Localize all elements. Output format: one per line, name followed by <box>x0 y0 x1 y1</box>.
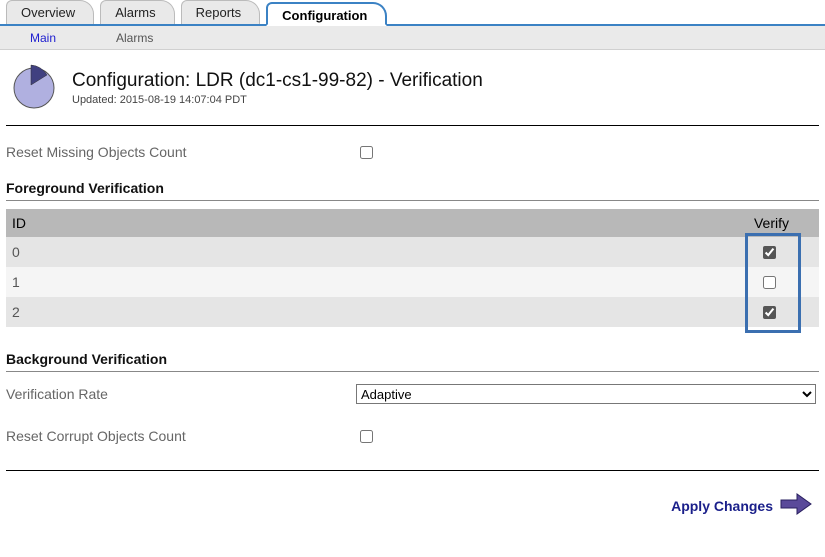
fg-row-verify-checkbox[interactable] <box>763 306 776 319</box>
verification-rate-label: Verification Rate <box>6 386 356 402</box>
fg-row-id: 1 <box>6 267 699 297</box>
reset-corrupt-label: Reset Corrupt Objects Count <box>6 428 356 444</box>
foreground-table-wrap: ID Verify 0 1 2 <box>6 209 819 327</box>
pie-chart-icon <box>6 60 58 115</box>
foreground-section-title: Foreground Verification <box>6 180 819 196</box>
fg-row-verify-checkbox[interactable] <box>763 246 776 259</box>
reset-corrupt-row: Reset Corrupt Objects Count <box>6 422 819 450</box>
apply-arrow-icon[interactable] <box>779 491 813 520</box>
tab-alarms[interactable]: Alarms <box>100 0 174 24</box>
apply-changes-label: Apply Changes <box>671 498 773 514</box>
reset-missing-label: Reset Missing Objects Count <box>6 144 356 160</box>
fg-header-id: ID <box>6 209 699 237</box>
page-header: Configuration: LDR (dc1-cs1-99-82) - Ver… <box>0 50 825 121</box>
tab-reports[interactable]: Reports <box>181 0 261 24</box>
table-row: 0 <box>6 237 819 267</box>
subtab-alarms[interactable]: Alarms <box>116 31 153 45</box>
subtab-main[interactable]: Main <box>30 31 56 45</box>
reset-corrupt-checkbox[interactable] <box>360 430 373 443</box>
updated-timestamp: Updated: 2015-08-19 14:07:04 PDT <box>72 94 483 106</box>
reset-missing-row: Reset Missing Objects Count <box>6 138 819 166</box>
fg-row-id: 2 <box>6 297 699 327</box>
verification-rate-select[interactable]: Adaptive <box>356 384 816 404</box>
sub-tabs: Main Alarms <box>0 26 825 50</box>
fg-header-verify: Verify <box>699 209 819 237</box>
table-row: 1 <box>6 267 819 297</box>
apply-changes-row: Apply Changes <box>6 470 819 528</box>
background-section-title: Background Verification <box>6 351 819 367</box>
tab-configuration[interactable]: Configuration <box>266 2 387 26</box>
reset-missing-checkbox[interactable] <box>360 146 373 159</box>
main-tabs: Overview Alarms Reports Configuration <box>0 0 825 26</box>
verification-rate-row: Verification Rate Adaptive <box>6 380 819 408</box>
tab-overview[interactable]: Overview <box>6 0 94 24</box>
table-row: 2 <box>6 297 819 327</box>
page-title: Configuration: LDR (dc1-cs1-99-82) - Ver… <box>72 70 483 92</box>
foreground-table: ID Verify 0 1 2 <box>6 209 819 327</box>
fg-row-verify-checkbox[interactable] <box>763 276 776 289</box>
fg-row-id: 0 <box>6 237 699 267</box>
